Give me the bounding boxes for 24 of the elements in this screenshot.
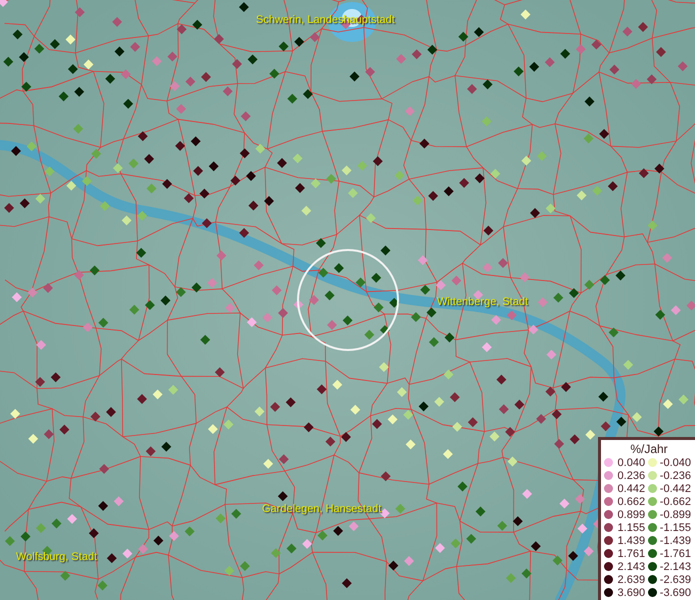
legend-value: 0.442 bbox=[616, 482, 646, 494]
legend-value: 0.899 bbox=[616, 508, 646, 520]
legend-value: 1.761 bbox=[616, 548, 646, 560]
legend-value: -0.899 bbox=[658, 508, 692, 520]
legend-value: 1.439 bbox=[616, 534, 646, 546]
legend-value: -0.442 bbox=[658, 482, 692, 494]
legend-value: -3.690 bbox=[658, 586, 692, 598]
legend-value: -1.439 bbox=[658, 534, 692, 546]
legend-value: 3.690 bbox=[616, 586, 646, 598]
legend-value: 1.155 bbox=[616, 522, 646, 534]
legend-value: -2.143 bbox=[658, 560, 692, 572]
legend-value: -2.639 bbox=[658, 574, 692, 586]
search-radius-circle[interactable] bbox=[297, 249, 399, 351]
legend-value: -1.761 bbox=[658, 548, 692, 560]
legend-value: -0.040 bbox=[658, 456, 692, 468]
legend-value: 2.639 bbox=[616, 574, 646, 586]
legend-value: 0.236 bbox=[616, 470, 646, 482]
legend-value: -0.662 bbox=[658, 496, 692, 508]
legend-value: 2.143 bbox=[616, 560, 646, 572]
legend-value: -0.236 bbox=[658, 470, 692, 482]
legend-value: 0.662 bbox=[616, 496, 646, 508]
legend-value: 0.040 bbox=[616, 456, 646, 468]
legend-title: %/Jahr bbox=[629, 442, 669, 456]
legend-value: -1.155 bbox=[658, 522, 692, 534]
